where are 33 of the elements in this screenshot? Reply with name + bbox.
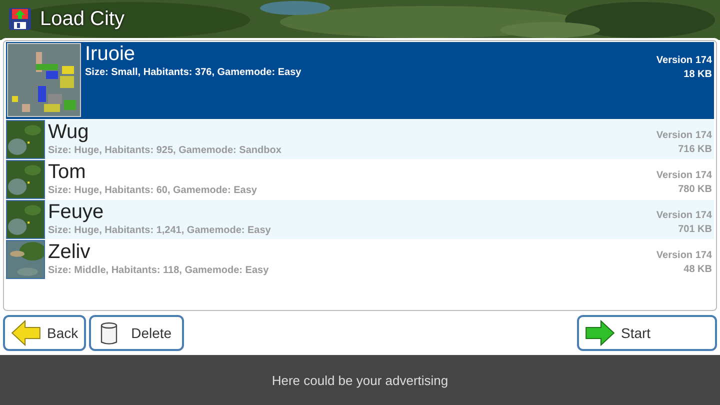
arrow-right-icon: [585, 320, 615, 346]
version-text: Version 174: [656, 249, 712, 263]
city-row[interactable]: Iruoie Size: Small, Habitants: 376, Gamemode: Easy Version 174 18 KB: [6, 42, 714, 120]
start-button[interactable]: Start: [577, 315, 717, 351]
window-title: Load City: [40, 8, 124, 30]
file-size: 701 KB: [678, 223, 712, 237]
city-row[interactable]: Feuye Size: Huge, Habitants: 1,241, Gamemode: Easy Version 174 701 KB: [6, 200, 714, 240]
city-details: Size: Huge, Habitants: 925, Gamemode: Sandbox: [48, 144, 282, 157]
city-name: Wug: [48, 120, 90, 144]
version-text: Version 174: [656, 54, 712, 68]
arrow-left-icon: [11, 320, 41, 346]
delete-button[interactable]: Delete: [89, 315, 184, 351]
city-row[interactable]: Zeliv Size: Middle, Habitants: 118, Gamemode: Easy Version 174 48 KB: [6, 240, 714, 280]
file-size: 780 KB: [678, 183, 712, 197]
version-text: Version 174: [656, 169, 712, 183]
city-details: Size: Huge, Habitants: 1,241, Gamemode: Easy: [48, 224, 272, 237]
back-button[interactable]: Back: [3, 315, 86, 351]
version-text: Version 174: [656, 209, 712, 223]
ad-text: Here could be your advertising: [272, 372, 448, 388]
city-details: Size: Huge, Habitants: 60, Gamemode: Easy: [48, 184, 258, 197]
file-size: 18 KB: [684, 68, 712, 82]
trash-can-icon: [99, 320, 120, 346]
city-details: Size: Middle, Habitants: 118, Gamemode: Easy: [48, 264, 270, 277]
city-name: Zeliv: [48, 240, 92, 264]
version-text: Version 174: [656, 129, 712, 143]
city-details: Size: Small, Habitants: 376, Gamemode: Easy: [85, 66, 302, 79]
file-size: 48 KB: [684, 263, 712, 277]
city-row[interactable]: Wug Size: Huge, Habitants: 925, Gamemode: Sandbox Version 174 716 KB: [6, 120, 714, 160]
city-name: Feuye: [48, 200, 105, 224]
city-name: Iruoie: [85, 42, 136, 66]
file-size: 716 KB: [678, 143, 712, 157]
city-row[interactable]: Tom Size: Huge, Habitants: 60, Gamemode: Easy Version 174 780 KB: [6, 160, 714, 200]
city-name: Tom: [48, 160, 87, 184]
